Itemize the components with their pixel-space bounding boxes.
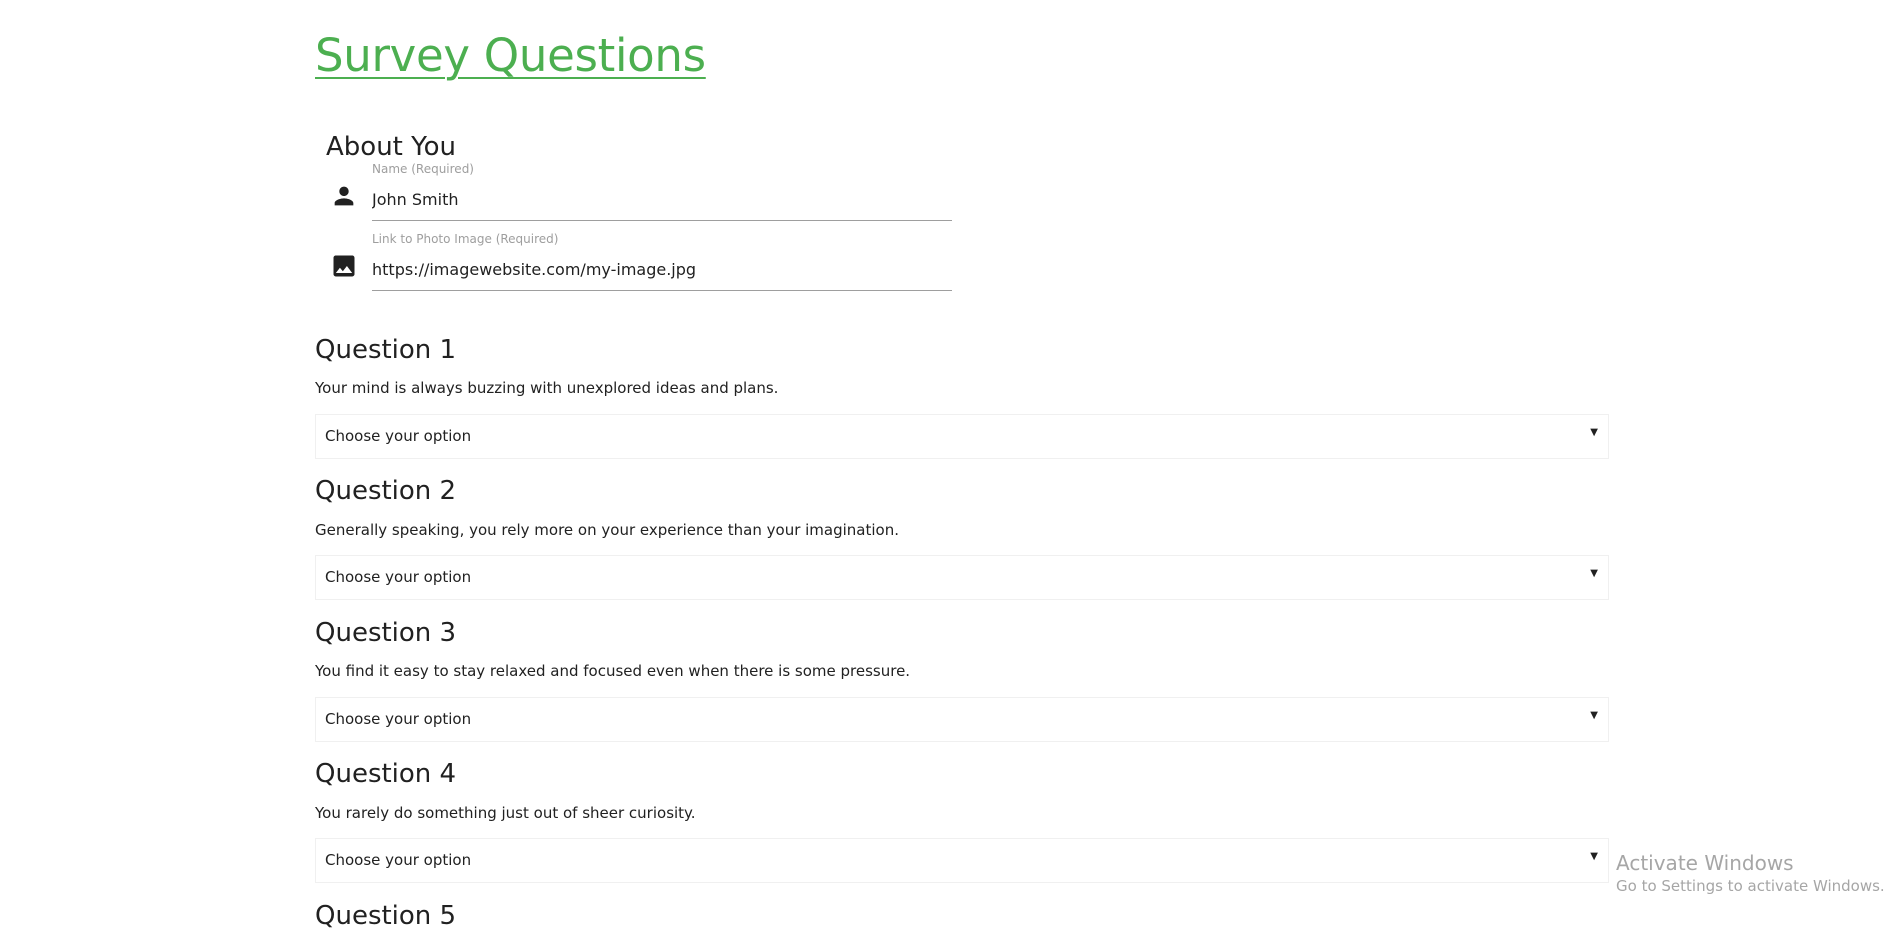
select-value: Choose your option: [325, 568, 472, 586]
caret-down-icon: ▼: [1590, 427, 1598, 438]
name-field: Name (Required) John Smith: [326, 160, 952, 222]
question-4-select[interactable]: Choose your option ▼: [315, 838, 1609, 883]
question-heading: Question 1: [315, 335, 457, 365]
caret-down-icon: ▼: [1590, 568, 1598, 579]
survey-page: Survey Questions About You Name (Require…: [0, 0, 1900, 934]
question-3-select[interactable]: Choose your option ▼: [315, 697, 1609, 742]
question-text: Generally speaking, you rely more on you…: [315, 521, 899, 539]
question-text: Your mind is always buzzing with unexplo…: [315, 379, 779, 397]
activate-windows-watermark: Activate Windows Go to Settings to activ…: [1616, 850, 1885, 896]
name-input[interactable]: John Smith: [372, 188, 952, 221]
question-heading: Question 2: [315, 476, 457, 506]
watermark-title: Activate Windows: [1616, 851, 1794, 875]
question-1-select[interactable]: Choose your option ▼: [315, 414, 1609, 459]
question-heading: Question 3: [315, 618, 457, 648]
page-title: Survey Questions: [315, 29, 706, 82]
photo-link-label: Link to Photo Image (Required): [372, 232, 559, 246]
photo-link-input[interactable]: https://imagewebsite.com/my-image.jpg: [372, 258, 952, 291]
watermark-subtitle: Go to Settings to activate Windows.: [1616, 877, 1885, 895]
select-value: Choose your option: [325, 710, 472, 728]
image-icon: [330, 252, 358, 280]
about-you-heading: About You: [326, 132, 456, 162]
question-text: You rarely do something just out of shee…: [315, 804, 696, 822]
caret-down-icon: ▼: [1590, 710, 1598, 721]
question-heading: Question 5: [315, 901, 457, 931]
select-value: Choose your option: [325, 851, 472, 869]
name-field-label: Name (Required): [372, 162, 474, 176]
select-value: Choose your option: [325, 427, 472, 445]
photo-link-field: Link to Photo Image (Required) https://i…: [326, 230, 952, 292]
question-text: You find it easy to stay relaxed and foc…: [315, 662, 911, 680]
question-2-select[interactable]: Choose your option ▼: [315, 555, 1609, 600]
caret-down-icon: ▼: [1590, 851, 1598, 862]
question-heading: Question 4: [315, 759, 457, 789]
person-icon: [330, 182, 358, 210]
